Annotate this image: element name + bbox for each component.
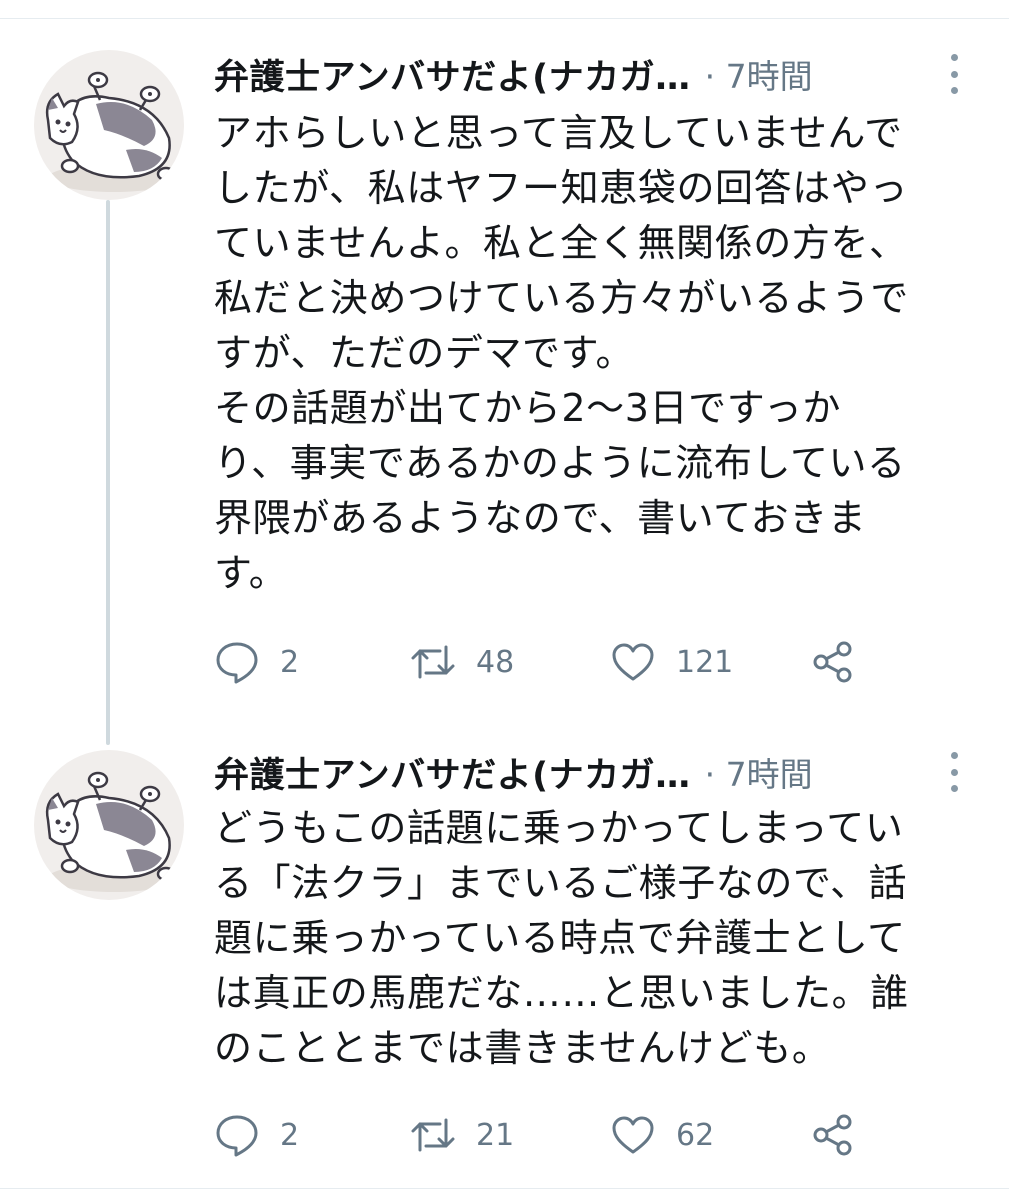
bottom-divider bbox=[0, 1188, 1009, 1189]
heart-icon bbox=[612, 1116, 654, 1154]
avatar[interactable] bbox=[34, 750, 184, 900]
avatar[interactable] bbox=[34, 50, 184, 200]
tweet-timestamp[interactable]: · 7時間 bbox=[705, 748, 813, 796]
retweet-arrows-icon bbox=[411, 1118, 455, 1152]
tweet-text: アホらしいと思って言及していませんで したが、私はヤフー知恵袋の回答はやっ てい… bbox=[214, 111, 909, 595]
like-count: 121 bbox=[676, 644, 734, 680]
more-options-icon[interactable] bbox=[942, 752, 966, 792]
cat-avatar-image bbox=[45, 771, 180, 892]
like-button[interactable]: 62 bbox=[610, 1110, 714, 1160]
top-divider bbox=[0, 18, 1009, 19]
retweet-button[interactable]: 21 bbox=[410, 1110, 514, 1160]
retweet-count: 48 bbox=[476, 644, 515, 680]
tweet-header: 弁護士アンバサだよ(ナカガ… · 7時間 bbox=[214, 748, 813, 796]
share-nodes-icon bbox=[813, 1114, 852, 1156]
retweet-count: 21 bbox=[476, 1117, 515, 1153]
retweet-button[interactable]: 48 bbox=[410, 637, 514, 687]
retweet-arrows-icon bbox=[411, 645, 455, 679]
like-count: 62 bbox=[676, 1117, 715, 1153]
reply-button[interactable]: 2 bbox=[214, 637, 299, 687]
author-name[interactable]: 弁護士アンバサだよ(ナカガ… bbox=[214, 49, 691, 100]
tweet-timestamp[interactable]: · 7時間 bbox=[705, 50, 813, 98]
reply-count: 2 bbox=[280, 1117, 300, 1153]
more-options-icon[interactable] bbox=[942, 54, 966, 94]
cat-avatar-image bbox=[45, 71, 180, 192]
tweet-header: 弁護士アンバサだよ(ナカガ… · 7時間 bbox=[214, 50, 813, 98]
reply-button[interactable]: 2 bbox=[214, 1110, 299, 1160]
speech-bubble-icon bbox=[216, 642, 258, 684]
author-name[interactable]: 弁護士アンバサだよ(ナカガ… bbox=[214, 747, 691, 798]
share-button[interactable] bbox=[810, 1110, 856, 1160]
like-button[interactable]: 121 bbox=[610, 637, 733, 687]
reply-count: 2 bbox=[280, 644, 300, 680]
share-button[interactable] bbox=[810, 637, 856, 687]
share-nodes-icon bbox=[813, 641, 852, 683]
thread-connector-line bbox=[106, 200, 110, 745]
heart-icon bbox=[612, 643, 654, 681]
speech-bubble-icon bbox=[216, 1115, 258, 1157]
tweet-text: どうもこの話題に乗っかってしまってい る「法クラ」までいるご様子なので、話 題に… bbox=[214, 806, 909, 1070]
